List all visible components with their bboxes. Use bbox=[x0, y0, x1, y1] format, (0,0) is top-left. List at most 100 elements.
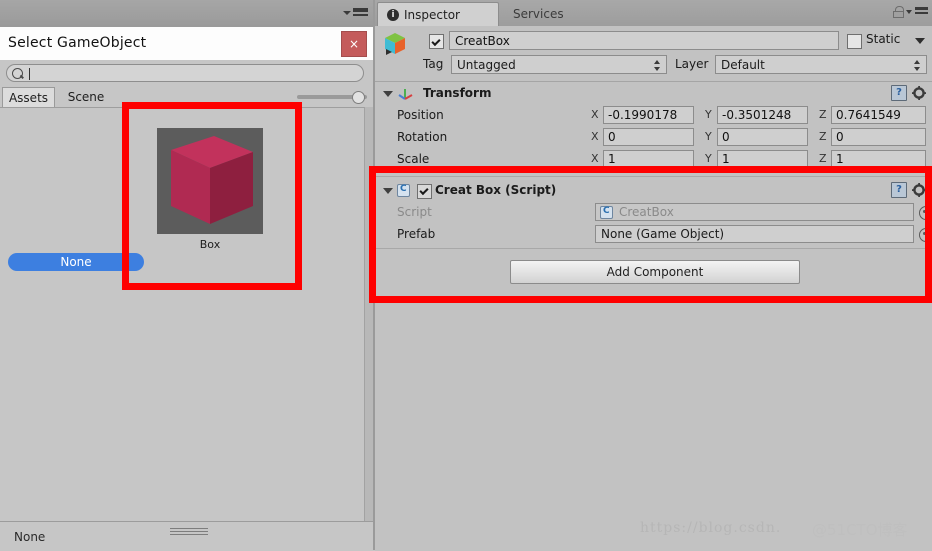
gameobject-name-field[interactable]: CreatBox bbox=[449, 31, 839, 50]
axis-y-label: Y bbox=[705, 152, 712, 165]
resize-grip-icon[interactable] bbox=[170, 528, 208, 535]
asset-item-none[interactable]: None bbox=[8, 253, 144, 271]
script-foldout-icon[interactable] bbox=[383, 188, 393, 194]
static-dropdown-arrow-icon[interactable] bbox=[915, 38, 925, 44]
layer-value: Default bbox=[721, 58, 765, 72]
tab-inspector[interactable]: i Inspector bbox=[377, 2, 499, 26]
hamburger-menu-icon[interactable] bbox=[343, 8, 369, 20]
transform-row-scale: Scale X 1 Y 1 Z 1 bbox=[375, 149, 932, 171]
layer-dropdown[interactable]: Default bbox=[715, 55, 927, 74]
tag-value: Untagged bbox=[457, 58, 516, 72]
component-divider bbox=[375, 176, 932, 177]
help-book-icon[interactable]: ? bbox=[891, 182, 907, 198]
axis-y-label: Y bbox=[705, 130, 712, 143]
transform-gizmo-icon bbox=[398, 89, 413, 100]
search-icon bbox=[12, 68, 23, 79]
script-field-label: Script bbox=[397, 205, 432, 219]
prefab-field-label: Prefab bbox=[397, 227, 436, 241]
axis-x-label: X bbox=[591, 130, 599, 143]
layer-label: Layer bbox=[675, 57, 709, 71]
chevron-updown-icon bbox=[914, 60, 921, 71]
rotation-x-field[interactable]: 0 bbox=[603, 128, 694, 146]
tab-assets[interactable]: Assets bbox=[2, 87, 55, 107]
script-component-title: Creat Box (Script) bbox=[435, 183, 557, 197]
script-object-field: CreatBox bbox=[595, 203, 914, 221]
dialog-title: Select GameObject bbox=[8, 35, 147, 51]
scale-y-field[interactable]: 1 bbox=[717, 150, 808, 168]
search-input[interactable] bbox=[6, 64, 364, 82]
prefab-field-row: Prefab None (Game Object) bbox=[375, 224, 932, 246]
transform-row-position: Position X -0.1990178 Y -0.3501248 Z 0.7… bbox=[375, 105, 932, 127]
axis-z-label: Z bbox=[819, 130, 827, 143]
component-divider bbox=[375, 248, 932, 249]
info-icon: i bbox=[387, 9, 399, 21]
inspector-panel: i Inspector Services CreatBox Static Tag… bbox=[375, 0, 932, 550]
object-picker-icon[interactable] bbox=[919, 206, 932, 220]
search-row bbox=[0, 60, 375, 87]
add-component-button[interactable]: Add Component bbox=[510, 260, 800, 284]
asset-thumbnail bbox=[157, 128, 263, 234]
asset-grid: Box None bbox=[0, 107, 375, 522]
tag-dropdown[interactable]: Untagged bbox=[451, 55, 667, 74]
position-z-field[interactable]: 0.7641549 bbox=[831, 106, 926, 124]
scale-label: Scale bbox=[397, 152, 430, 166]
prefab-object-field[interactable]: None (Game Object) bbox=[595, 225, 914, 243]
gameobject-enabled-checkbox[interactable] bbox=[429, 34, 444, 49]
axis-z-label: Z bbox=[819, 108, 827, 121]
script-field-row: Script CreatBox bbox=[375, 202, 932, 224]
gameobject-header: CreatBox Static Tag Untagged Layer Defau… bbox=[375, 26, 932, 82]
rotation-y-field[interactable]: 0 bbox=[717, 128, 808, 146]
transform-header[interactable]: Transform ? bbox=[375, 83, 932, 105]
red-cube-3d-thumbnail bbox=[157, 128, 263, 234]
lock-icon[interactable] bbox=[893, 6, 904, 18]
scale-x-field[interactable]: 1 bbox=[603, 150, 694, 168]
transform-row-rotation: Rotation X 0 Y 0 Z 0 bbox=[375, 127, 932, 149]
inspector-menu-icon[interactable] bbox=[906, 7, 928, 18]
zoom-slider-knob[interactable] bbox=[352, 91, 365, 104]
asset-item-box[interactable]: Box bbox=[140, 128, 280, 268]
help-book-icon[interactable]: ? bbox=[891, 85, 907, 101]
unity-prefab-cube-icon bbox=[385, 33, 405, 55]
left-panel-titlebar bbox=[0, 0, 375, 29]
rotation-label: Rotation bbox=[397, 130, 448, 144]
transform-component: Transform ? Position X -0.1990178 Y -0.3… bbox=[375, 83, 932, 173]
axis-y-label: Y bbox=[705, 108, 712, 121]
axis-x-label: X bbox=[591, 152, 599, 165]
object-picker-icon[interactable] bbox=[919, 228, 932, 242]
chevron-updown-icon bbox=[654, 60, 661, 71]
axis-x-label: X bbox=[591, 108, 599, 121]
text-caret bbox=[29, 68, 30, 80]
dialog-title-bar: Select GameObject × bbox=[0, 27, 375, 61]
settings-gear-icon[interactable] bbox=[912, 86, 927, 101]
csharp-script-icon bbox=[600, 206, 613, 219]
thumbnail-zoom-slider[interactable] bbox=[297, 91, 367, 104]
watermark-brand: @51CTO博客 bbox=[812, 521, 908, 539]
unity-editor-window: Select GameObject × Assets Scene Box Non… bbox=[0, 0, 932, 551]
transform-title: Transform bbox=[423, 86, 492, 100]
asset-label: Box bbox=[199, 238, 221, 251]
status-label: None bbox=[14, 530, 46, 544]
select-gameobject-dialog: Select GameObject × Assets Scene Box Non… bbox=[0, 0, 375, 551]
settings-gear-icon[interactable] bbox=[912, 183, 927, 198]
tab-scene[interactable]: Scene bbox=[58, 87, 114, 107]
watermark-url: https://blog.csdn. bbox=[640, 520, 782, 536]
scale-z-field[interactable]: 1 bbox=[831, 150, 926, 168]
static-checkbox[interactable] bbox=[847, 34, 862, 49]
csharp-script-icon bbox=[397, 184, 410, 197]
position-x-field[interactable]: -0.1990178 bbox=[603, 106, 694, 124]
tag-label: Tag bbox=[423, 57, 444, 71]
position-y-field[interactable]: -0.3501248 bbox=[717, 106, 808, 124]
dialog-tabs: Assets Scene bbox=[0, 87, 375, 107]
rotation-z-field[interactable]: 0 bbox=[831, 128, 926, 146]
tab-inspector-label: Inspector bbox=[404, 8, 460, 22]
script-enabled-checkbox[interactable] bbox=[417, 184, 432, 199]
close-button[interactable]: × bbox=[341, 31, 367, 57]
axis-z-label: Z bbox=[819, 152, 827, 165]
static-label: Static bbox=[866, 32, 901, 46]
inspector-tabbar: i Inspector Services bbox=[375, 0, 932, 26]
position-label: Position bbox=[397, 108, 444, 122]
tab-services[interactable]: Services bbox=[503, 2, 589, 26]
script-component-header[interactable]: Creat Box (Script) ? bbox=[375, 180, 932, 202]
transform-foldout-icon[interactable] bbox=[383, 91, 393, 97]
dialog-status-bar: None bbox=[0, 521, 375, 551]
